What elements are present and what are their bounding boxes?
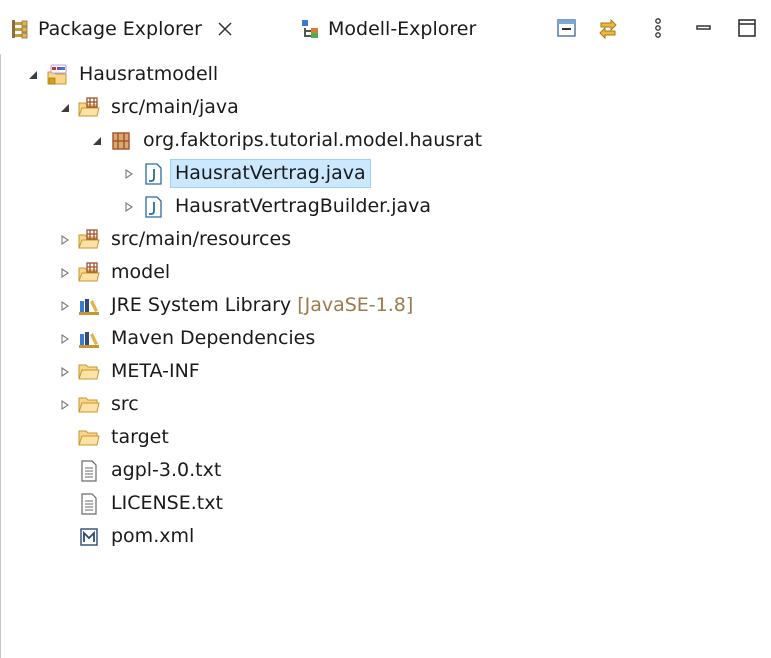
tree-item-label: META-INF <box>111 360 200 382</box>
tree-item-src-main-resources[interactable]: src/main/resources <box>58 223 296 256</box>
collapsed-arrow-icon[interactable] <box>58 299 72 313</box>
source-folder-icon <box>78 228 100 248</box>
collapsed-arrow-icon[interactable] <box>122 200 136 214</box>
tab-package-explorer[interactable]: Package Explorer <box>10 12 288 46</box>
tree-item-label: src/main/resources <box>111 228 292 250</box>
tab-modell-explorer[interactable]: Modell-Explorer <box>300 12 532 46</box>
tree-item-maven-dependencies[interactable]: Maven Dependencies <box>58 322 320 355</box>
library-icon <box>79 298 99 315</box>
tree-item-label: JRE System Library [JavaSE-1.8] <box>106 291 418 320</box>
tree-item-label: src/main/java <box>111 96 239 118</box>
view-menu-button[interactable] <box>644 14 672 42</box>
java-file-icon <box>145 195 162 218</box>
folder-icon <box>78 397 100 412</box>
library-icon <box>79 331 99 348</box>
text-file-icon <box>81 492 97 515</box>
source-folder-icon <box>78 261 100 281</box>
link-with-editor-button[interactable] <box>594 14 622 42</box>
maven-pom-icon <box>80 527 98 546</box>
faktorips-project-icon <box>47 64 67 84</box>
package-explorer-icon <box>12 20 28 39</box>
tree-item-target[interactable]: target <box>58 421 174 454</box>
view-tab-bar: Package Explorer Modell-Explorer <box>0 0 771 54</box>
tree-item-hausratmodell[interactable]: Hausratmodell <box>26 58 223 91</box>
tree-item-model[interactable]: model <box>58 256 175 289</box>
jre-version-decoration: [JavaSE-1.8] <box>297 294 414 316</box>
maximize-button[interactable] <box>733 14 761 42</box>
collapsed-arrow-icon[interactable] <box>58 365 72 379</box>
tree-item-meta-inf[interactable]: META-INF <box>58 355 205 388</box>
expanded-arrow-icon[interactable] <box>90 134 104 148</box>
expanded-arrow-icon[interactable] <box>58 101 72 115</box>
collapsed-arrow-icon[interactable] <box>122 167 136 181</box>
folder-icon <box>78 364 100 379</box>
tree-item-label: agpl-3.0.txt <box>111 459 222 481</box>
tree-item-label: Hausratmodell <box>79 63 219 85</box>
collapse-all-icon <box>557 19 576 37</box>
tree-item-label: pom.xml <box>111 525 195 547</box>
model-explorer-icon <box>302 20 318 38</box>
tree-item-label: Maven Dependencies <box>111 327 316 349</box>
link-with-editor-icon <box>599 18 617 40</box>
tree-item-package-hausrat[interactable]: org.faktorips.tutorial.model.hausrat <box>90 124 487 157</box>
tab-modell-explorer-label: Modell-Explorer <box>328 18 477 40</box>
tree-item-label: target <box>111 426 169 448</box>
view-left-border <box>0 0 1 658</box>
tree-item-hausratvertragbuilder-java[interactable]: HausratVertragBuilder.java <box>122 190 436 223</box>
text-file-icon <box>81 459 97 482</box>
tab-package-explorer-label: Package Explorer <box>38 18 202 40</box>
tree-item-src-main-java[interactable]: src/main/java <box>58 91 244 124</box>
collapsed-arrow-icon[interactable] <box>58 266 72 280</box>
minimize-button[interactable] <box>690 14 718 42</box>
java-file-icon <box>145 162 162 185</box>
tree-item-label: model <box>111 261 171 283</box>
tree-item-label: HausratVertragBuilder.java <box>175 195 432 217</box>
collapse-all-button[interactable] <box>553 14 581 42</box>
source-folder-icon <box>78 96 100 116</box>
expanded-arrow-icon[interactable] <box>26 68 40 82</box>
close-icon[interactable] <box>215 19 235 39</box>
package-icon <box>112 131 130 150</box>
tree-item-license-txt[interactable]: LICENSE.txt <box>58 487 228 520</box>
view-menu-icon <box>655 18 661 38</box>
maximize-icon <box>738 19 756 37</box>
folder-icon <box>78 430 100 445</box>
tree-item-label: HausratVertrag.java <box>170 159 371 188</box>
tree-item-label: org.faktorips.tutorial.model.hausrat <box>143 129 483 151</box>
minimize-icon <box>696 25 711 30</box>
tree-item-label: LICENSE.txt <box>111 492 223 514</box>
tree-item-hausratvertrag-java[interactable]: HausratVertrag.java <box>122 157 371 190</box>
tree-item-pom-xml[interactable]: pom.xml <box>58 520 199 553</box>
tree-item-jre-system-library[interactable]: JRE System Library [JavaSE-1.8] <box>58 289 418 322</box>
collapsed-arrow-icon[interactable] <box>58 332 72 346</box>
tree-item-label: src <box>111 393 139 415</box>
tree-item-agpl-txt[interactable]: agpl-3.0.txt <box>58 454 226 487</box>
jre-library-name: JRE System Library <box>111 294 292 316</box>
collapsed-arrow-icon[interactable] <box>58 233 72 247</box>
collapsed-arrow-icon[interactable] <box>58 398 72 412</box>
tree-item-src[interactable]: src <box>58 388 144 421</box>
